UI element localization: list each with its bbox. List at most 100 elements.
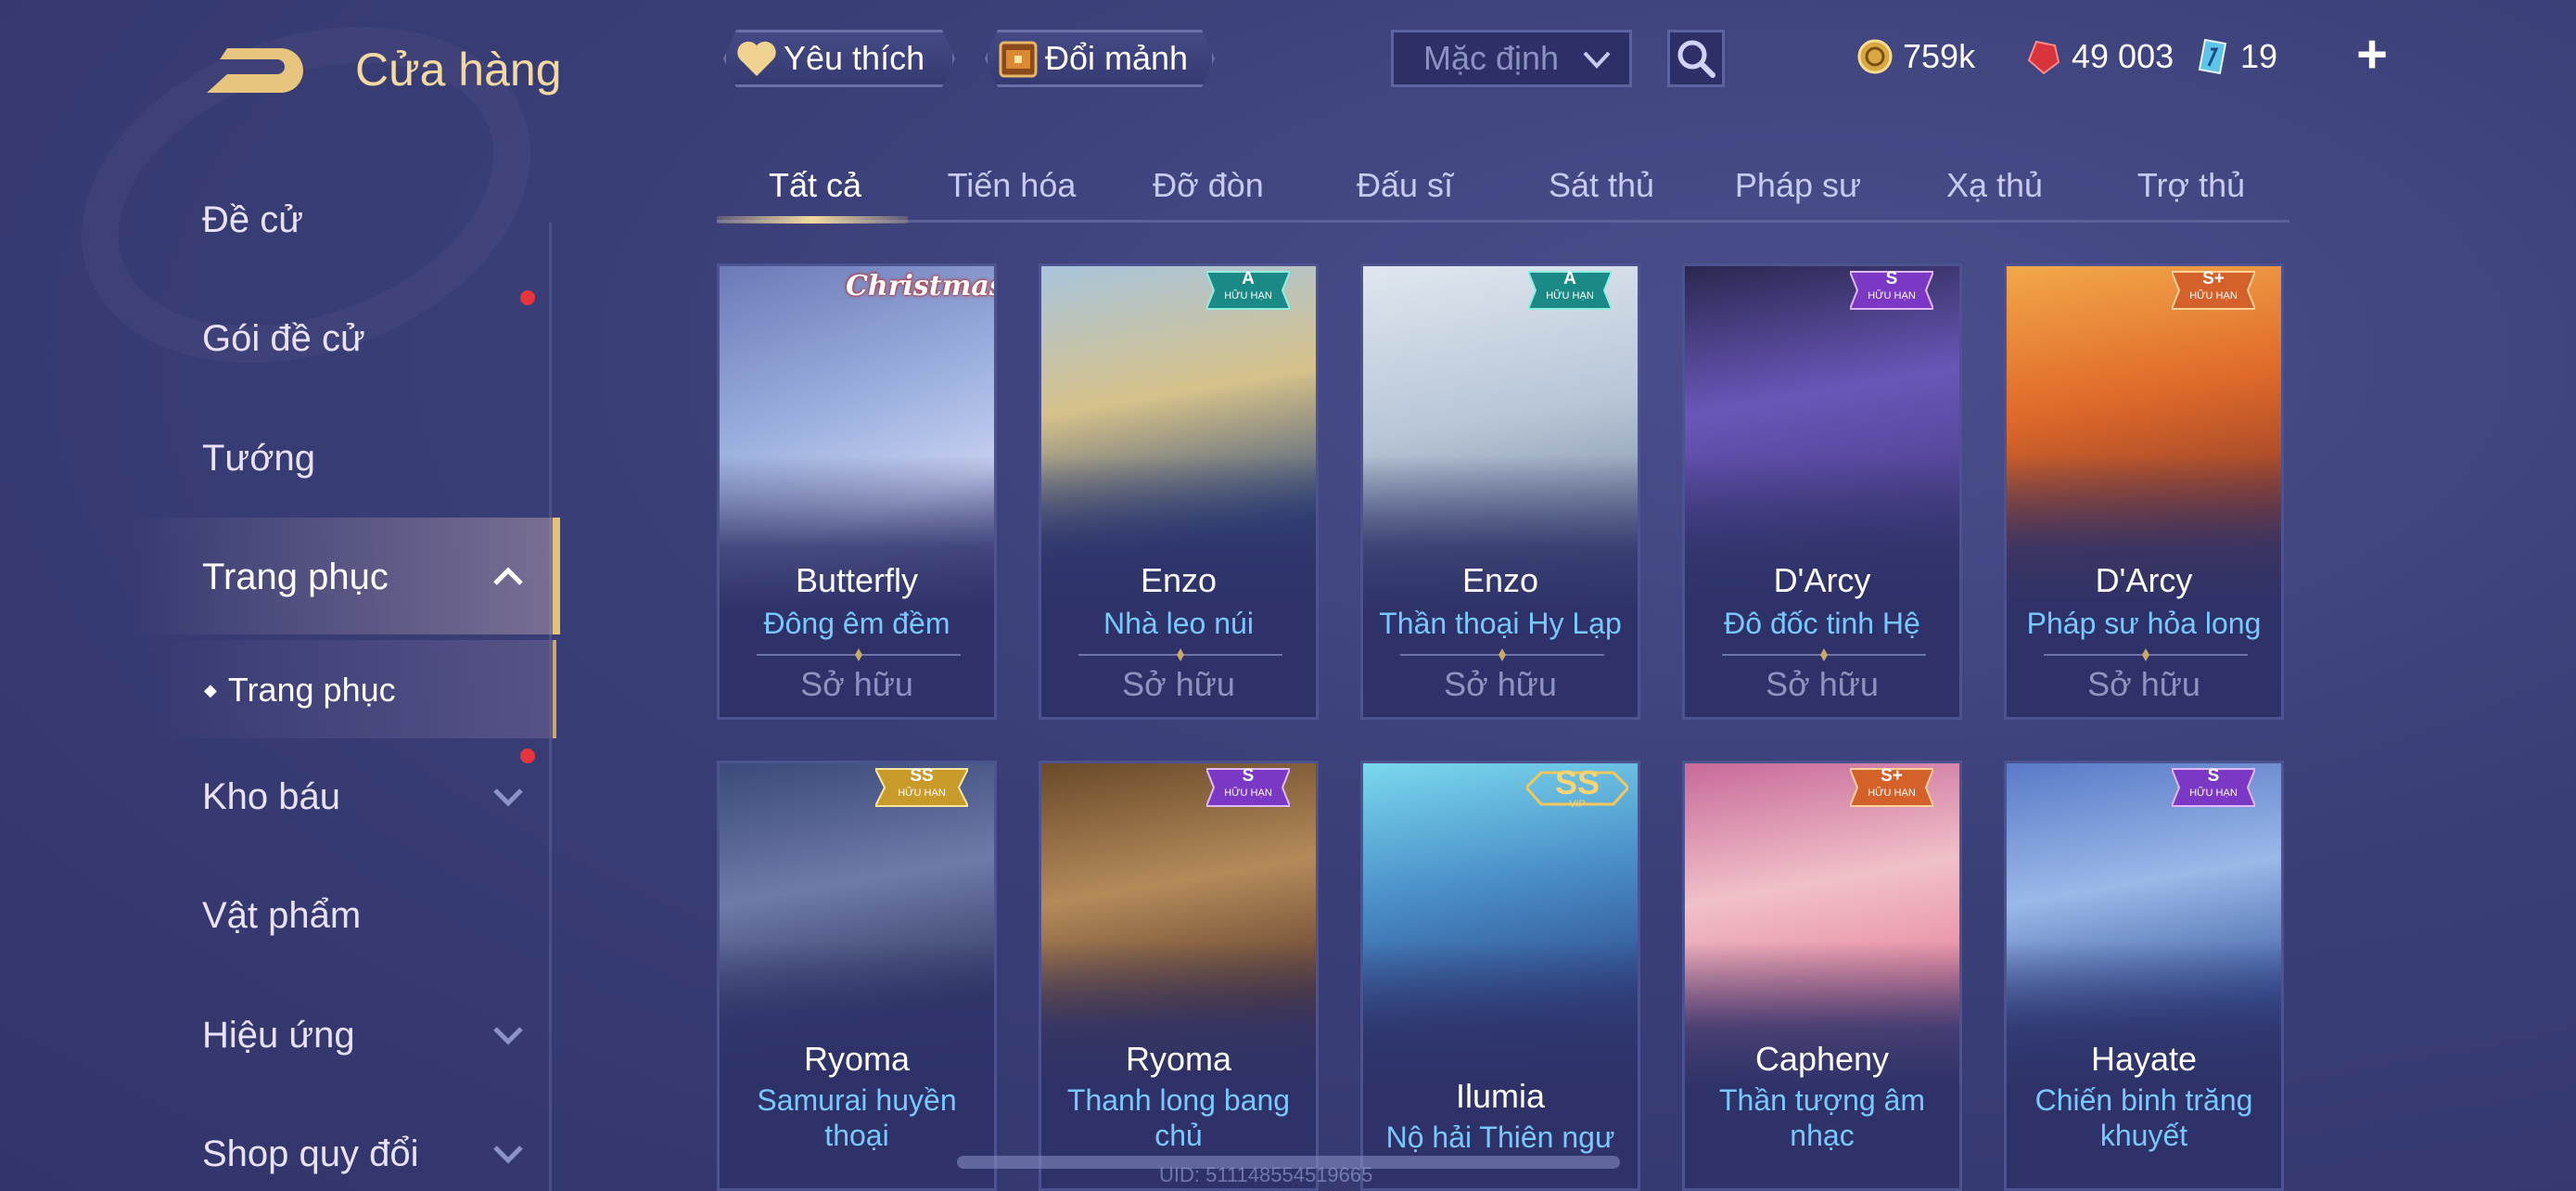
- tab-all[interactable]: Tất cả: [717, 153, 913, 218]
- owned-status: Sở hữu: [800, 665, 913, 703]
- tier-badge: A HỮU HẠN: [1526, 266, 1613, 314]
- skin-name-line1: Chiến binh trăng: [2034, 1083, 2253, 1117]
- sidebar-item-heroes[interactable]: Tướng: [202, 426, 315, 491]
- hero-name: Ilumia: [1455, 1077, 1546, 1115]
- search-button[interactable]: [1667, 30, 1725, 87]
- hero-name: Ryoma: [803, 1040, 911, 1078]
- skin-card[interactable]: SS VIP Ilumia Nộ hải Thiên ngư: [1360, 761, 1640, 1191]
- skin-card[interactable]: S HỮU HẠN D'Arcy Đô đốc tinh Hệ Sở hữu: [1682, 263, 1962, 720]
- sidebar-subitem-label: Trang phục: [227, 671, 396, 709]
- scroll-indicator[interactable]: [957, 1156, 1620, 1169]
- skin-name-line1: Samurai huyền: [757, 1083, 957, 1117]
- skin-card[interactable]: S+ HỮU HẠN D'Arcy Pháp sư hỏa long Sở hữu: [2004, 263, 2284, 720]
- skin-name: Thần thoại Hy Lạp: [1379, 607, 1622, 640]
- tab-evolution[interactable]: Tiến hóa: [913, 153, 1110, 218]
- tier-badge: S HỮU HẠN: [1205, 763, 1292, 812]
- tab-tank[interactable]: Đỡ đòn: [1110, 153, 1307, 218]
- hero-name: Ryoma: [1125, 1040, 1232, 1078]
- tab-active-indicator: [717, 216, 908, 224]
- favorites-label: Yêu thích: [784, 39, 925, 77]
- sidebar-item-skins[interactable]: Trang phục: [202, 544, 389, 609]
- sidebar-item-items[interactable]: Vật phẩm: [202, 883, 361, 948]
- skin-name-line2: chủ: [1154, 1119, 1203, 1152]
- trade-fragments-button[interactable]: Đổi mảnh: [985, 30, 1215, 87]
- sidebar-item-exchange-shop[interactable]: Shop quy đổi: [202, 1121, 419, 1186]
- gold-coin-icon: [1857, 39, 1893, 74]
- sidebar-item-recommended[interactable]: Đề cử: [202, 187, 303, 252]
- diamond-bullet-icon: ◆: [204, 681, 217, 699]
- notification-dot: [520, 749, 535, 763]
- tab-fighter[interactable]: Đấu sĩ: [1307, 153, 1503, 218]
- skin-name: Pháp sư hỏa long: [2026, 607, 2262, 640]
- skin-name-line1: Nộ hải Thiên ngư: [1385, 1121, 1615, 1154]
- skin-name-line1: Thanh long bang: [1066, 1083, 1291, 1117]
- skin-name: Đông êm đềm: [763, 607, 950, 640]
- divider-ornament: [757, 648, 961, 661]
- skin-name: Nhà leo núi: [1103, 607, 1254, 640]
- tab-assassin[interactable]: Sát thủ: [1503, 153, 1700, 218]
- owned-status: Sở hữu: [1766, 665, 1879, 703]
- search-icon: [1677, 40, 1715, 78]
- tier-badge: S HỮU HẠN: [2170, 763, 2257, 812]
- skin-name-line2: khuyết: [2099, 1119, 2188, 1152]
- tabs-divider: [717, 220, 2289, 223]
- skin-name-line1: Thần tượng âm: [1718, 1083, 1926, 1117]
- sort-dropdown[interactable]: Mặc định: [1391, 30, 1632, 87]
- treasure-chest-icon: [997, 37, 1039, 80]
- voucher-amount: 19: [2240, 37, 2278, 75]
- divider-ornament: [2044, 648, 2248, 661]
- tier-badge: S+ HỮU HẠN: [1848, 763, 1935, 812]
- back-button[interactable]: [199, 37, 311, 102]
- chevron-down-icon: [493, 788, 523, 807]
- gem-amount: 49 003: [2072, 37, 2174, 75]
- divider-ornament: [1078, 648, 1282, 661]
- skin-card[interactable]: A HỮU HẠN Enzo Thần thoại Hy Lạp Sở hữu: [1360, 263, 1640, 720]
- owned-status: Sở hữu: [1122, 665, 1235, 703]
- skin-name-line2: thoại: [824, 1119, 889, 1152]
- notification-dot: [520, 290, 535, 305]
- favorites-button[interactable]: Yêu thích: [723, 30, 955, 87]
- sort-selected-value: Mặc định: [1423, 39, 1560, 77]
- page-title: Cửa hàng: [355, 44, 562, 96]
- skin-card[interactable]: SS HỮU HẠN Ryoma Samurai huyền thoại: [717, 761, 997, 1191]
- trade-fragments-label: Đổi mảnh: [1045, 39, 1189, 77]
- gold-amount: 759k: [1903, 37, 1976, 75]
- gem-currency: 49 003: [2025, 33, 2174, 80]
- skin-card[interactable]: Christmas Butterfly Đông êm đềm Sở hữu: [717, 263, 997, 720]
- tier-badge: S+ HỮU HẠN: [2170, 266, 2257, 314]
- add-currency-button[interactable]: +: [2344, 24, 2400, 84]
- hero-name: Enzo: [1461, 561, 1539, 599]
- sidebar-item-treasure[interactable]: Kho báu: [202, 764, 340, 829]
- voucher-icon: [2198, 38, 2227, 75]
- voucher-currency: 19: [2194, 33, 2277, 80]
- hero-name: D'Arcy: [1773, 561, 1871, 599]
- sidebar-item-effects[interactable]: Hiệu ứng: [202, 1003, 355, 1068]
- skin-card[interactable]: S HỮU HẠN Ryoma Thanh long bang chủ: [1039, 761, 1319, 1191]
- tier-badge: S HỮU HẠN: [1848, 266, 1935, 314]
- category-tabs: Tất cả Tiến hóa Đỡ đòn Đấu sĩ Sát thủ Ph…: [717, 153, 2289, 224]
- hero-name: Hayate: [2090, 1040, 2198, 1078]
- red-gem-icon: [2027, 40, 2060, 75]
- divider-ornament: [1400, 648, 1604, 661]
- tab-support[interactable]: Trợ thủ: [2093, 153, 2289, 218]
- hero-name: Enzo: [1140, 561, 1218, 599]
- tab-marksman[interactable]: Xạ thủ: [1896, 153, 2093, 218]
- gold-currency: 759k: [1856, 33, 1975, 80]
- tab-mage[interactable]: Pháp sư: [1700, 153, 1896, 218]
- sidebar-item-recommended-packs[interactable]: Gói đề cử: [202, 306, 365, 371]
- chevron-up-icon: [493, 567, 523, 585]
- hero-name: D'Arcy: [2095, 561, 2193, 599]
- hero-name: Butterfly: [795, 561, 919, 599]
- skin-card[interactable]: A HỮU HẠN Enzo Nhà leo núi Sở hữu: [1039, 263, 1319, 720]
- tier-badge: SS HỮU HẠN: [874, 763, 970, 812]
- sidebar-subitem-skins[interactable]: ◆ Trang phục: [204, 658, 396, 723]
- heart-icon: [735, 37, 778, 80]
- skin-card[interactable]: S+ HỮU HẠN Capheny Thần tượng âm nhạc: [1682, 761, 1962, 1191]
- skin-card[interactable]: S HỮU HẠN Hayate Chiến binh trăng khuyết: [2004, 761, 2284, 1191]
- chevron-down-icon: [493, 1146, 523, 1164]
- skin-name-line2: nhạc: [1790, 1119, 1855, 1152]
- chevron-down-icon: [493, 1027, 523, 1045]
- divider-ornament: [1722, 648, 1926, 661]
- skin-name: Đô đốc tinh Hệ: [1724, 607, 1920, 640]
- chevron-down-icon: [1583, 51, 1611, 69]
